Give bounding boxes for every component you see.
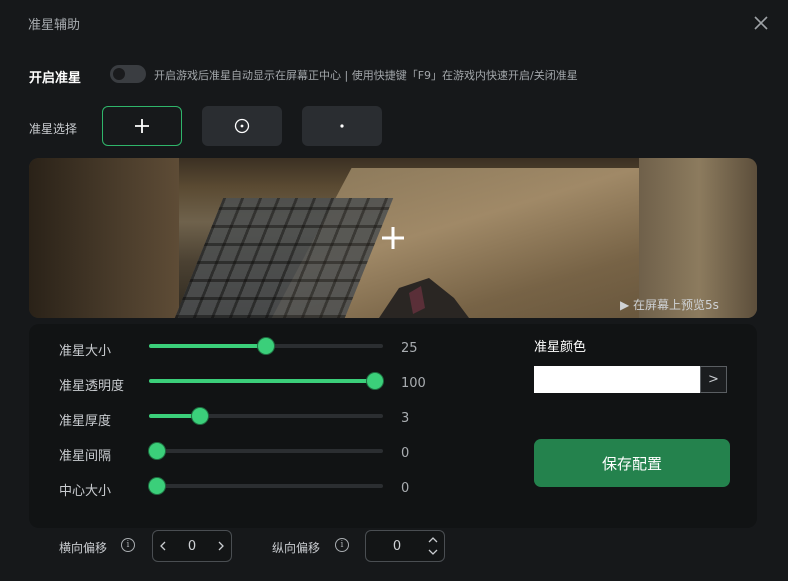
size-value: 25 (401, 341, 418, 356)
chevron-up-icon[interactable] (428, 536, 438, 544)
horizontal-offset-label: 横向偏移 (59, 541, 108, 555)
center-size-value: 0 (401, 481, 410, 496)
chevron-down-icon[interactable] (428, 548, 438, 556)
gap-label: 准星间隔 (59, 449, 112, 464)
settings-panel (29, 324, 757, 528)
circle-dot-crosshair-icon (234, 118, 250, 134)
center-size-slider[interactable] (149, 478, 383, 494)
size-slider-fill (149, 344, 266, 348)
color-label: 准星颜色 (534, 340, 587, 355)
size-label: 准星大小 (59, 344, 112, 359)
plus-crosshair-icon (135, 119, 149, 133)
toggle-hint: 开启游戏后准星自动显示在屏幕正中心 | 使用快捷键「F9」在游戏内快速开启/关闭… (154, 69, 578, 82)
horizontal-offset-value[interactable]: 0 (167, 539, 217, 554)
toggle-label: 开启准星 (29, 71, 82, 86)
opacity-value: 100 (401, 376, 426, 391)
gap-value: 0 (401, 446, 410, 461)
crosshair-option-circle-dot[interactable] (202, 106, 282, 146)
opacity-slider-fill (149, 379, 383, 383)
decrement-arrow-icon[interactable] (159, 541, 167, 551)
preview-pillar (639, 158, 757, 318)
preview-crosshair-icon (382, 227, 404, 249)
vertical-offset-value[interactable]: 0 (366, 539, 428, 554)
vertical-offset-spin-buttons (428, 536, 438, 556)
vertical-offset-stepper[interactable]: 0 (365, 530, 445, 562)
preview-weapon (379, 278, 469, 318)
dot-crosshair-icon (340, 124, 344, 128)
increment-arrow-icon[interactable] (217, 541, 225, 551)
center-size-label: 中心大小 (59, 484, 112, 499)
size-slider[interactable] (149, 338, 383, 354)
thickness-label: 准星厚度 (59, 414, 112, 429)
thickness-value: 3 (401, 411, 410, 426)
crosshair-preview-image (29, 158, 757, 318)
preview-on-screen-link[interactable]: ▶ 在屏幕上预览5s (620, 296, 719, 313)
gap-slider[interactable] (149, 443, 383, 459)
vertical-offset-label: 纵向偏移 (272, 541, 321, 555)
color-swatch[interactable] (534, 366, 700, 393)
horizontal-offset-stepper[interactable]: 0 (152, 530, 232, 562)
preview-wall (29, 158, 179, 318)
horizontal-offset-info-icon[interactable]: i (121, 538, 135, 552)
opacity-slider-thumb[interactable] (367, 373, 383, 389)
close-icon[interactable] (752, 14, 770, 32)
crosshair-select-label: 准星选择 (29, 122, 78, 136)
crosshair-option-dot[interactable] (302, 106, 382, 146)
window-title: 准星辅助 (28, 18, 81, 33)
vertical-offset-info-icon[interactable]: i (335, 538, 349, 552)
toggle-knob (113, 68, 125, 80)
gap-slider-thumb[interactable] (149, 443, 165, 459)
opacity-slider[interactable] (149, 373, 383, 389)
color-picker-button[interactable]: > (700, 366, 727, 393)
crosshair-option-plus[interactable] (102, 106, 182, 146)
center-size-slider-thumb[interactable] (149, 478, 165, 494)
opacity-label: 准星透明度 (59, 379, 125, 394)
enable-crosshair-toggle[interactable] (110, 65, 146, 83)
size-slider-thumb[interactable] (258, 338, 274, 354)
thickness-slider[interactable] (149, 408, 383, 424)
save-config-button[interactable]: 保存配置 (534, 439, 730, 487)
